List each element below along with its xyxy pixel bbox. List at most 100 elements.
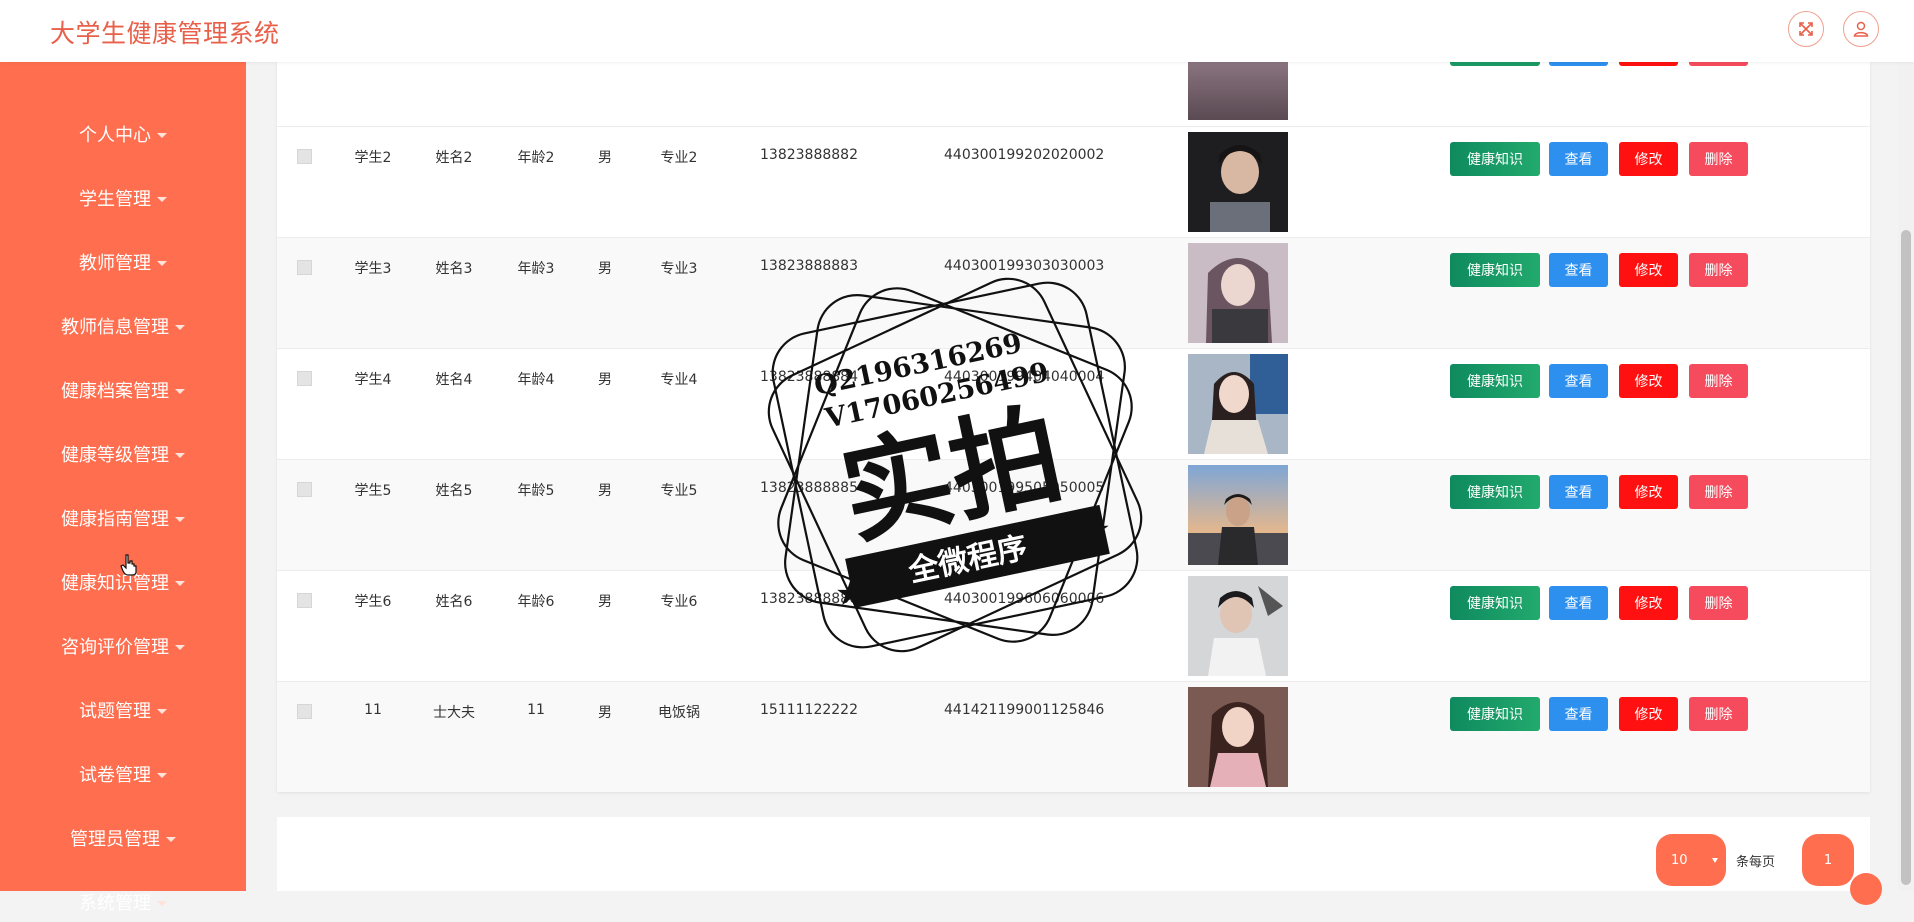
user-button[interactable] [1843,11,1879,47]
health-knowledge-button[interactable]: 健康知识 [1450,475,1540,509]
cell-major: 专业6 [660,594,698,610]
cell-name: 姓名6 [435,594,473,610]
delete-button[interactable]: 删除 [1689,697,1748,731]
delete-button[interactable]: 删除 [1689,253,1748,287]
table-row: 11 士大夫 11 男 电饭锅 15111122222 441421199001… [277,681,1870,792]
caret-down-icon [166,836,176,842]
partial-edit-button[interactable] [1619,62,1678,66]
sidebar-item-health-level[interactable]: 健康等级管理 [0,434,246,474]
view-button[interactable]: 查看 [1549,364,1608,398]
row-checkbox[interactable] [297,149,312,164]
sidebar-item-label: 健康知识管理 [61,573,169,594]
page-size-value: 10 [1671,852,1688,868]
sidebar-item-health-guide[interactable]: 健康指南管理 [0,498,246,538]
caret-down-icon [175,644,185,650]
cell-age: 年龄2 [517,150,555,166]
edit-button[interactable]: 修改 [1619,475,1678,509]
delete-button[interactable]: 删除 [1689,586,1748,620]
view-button[interactable]: 查看 [1549,697,1608,731]
caret-down-icon [175,516,185,522]
cell-major: 专业3 [660,261,698,277]
sidebar-item-label: 学生管理 [79,189,151,210]
caret-down-icon [157,708,167,714]
sidebar-item-label: 管理员管理 [70,829,160,850]
health-knowledge-button[interactable]: 健康知识 [1450,142,1540,176]
page-size-select[interactable]: 10 [1656,834,1726,886]
cell-phone: 13823888882 [760,147,858,163]
cell-gender: 男 [598,150,612,166]
health-knowledge-button[interactable]: 健康知识 [1450,364,1540,398]
edit-button[interactable]: 修改 [1619,586,1678,620]
sidebar-item-questions[interactable]: 试题管理 [0,690,246,730]
partial-delete-button[interactable] [1689,62,1748,66]
view-button[interactable]: 查看 [1549,253,1608,287]
chevron-down-icon [1712,858,1718,863]
user-icon [1853,21,1869,37]
cell-name: 姓名3 [435,261,473,277]
partial-view-button[interactable] [1549,62,1608,66]
delete-button[interactable]: 删除 [1689,142,1748,176]
sidebar-item-label: 咨询评价管理 [61,637,169,658]
cell-age: 年龄3 [517,261,555,277]
back-to-top-button[interactable] [1850,873,1882,905]
photo-boy-dark-hair [1188,132,1288,232]
health-knowledge-button[interactable]: 健康知识 [1450,586,1540,620]
view-button[interactable]: 查看 [1549,142,1608,176]
sidebar-item-label: 系统管理 [79,893,151,914]
sidebar-item-label: 健康指南管理 [61,509,169,530]
sidebar-item-health-records[interactable]: 健康档案管理 [0,370,246,410]
photo-girl-pink [1188,687,1288,787]
row-checkbox[interactable] [297,704,312,719]
cell-gender: 男 [598,705,612,721]
sidebar-item-system[interactable]: 系统管理 [0,882,246,922]
scrollbar-thumb[interactable] [1901,230,1911,885]
edit-button[interactable]: 修改 [1619,697,1678,731]
partial-knowledge-button[interactable] [1450,62,1540,66]
hand-cursor-icon [120,554,137,576]
row-checkbox[interactable] [297,371,312,386]
sidebar-item-papers[interactable]: 试卷管理 [0,754,246,794]
cell-id-number: 440300199202020002 [944,147,1105,163]
fullscreen-button[interactable] [1788,11,1824,47]
sidebar-item-label: 教师管理 [79,253,151,274]
health-knowledge-button[interactable]: 健康知识 [1450,697,1540,731]
app-title: 大学生健康管理系统 [50,19,280,48]
health-knowledge-button[interactable]: 健康知识 [1450,253,1540,287]
sidebar-item-student-management[interactable]: 学生管理 [0,178,246,218]
cell-major: 专业2 [660,150,698,166]
cell-student-no: 学生6 [354,594,392,610]
row-checkbox[interactable] [297,593,312,608]
photo-girl-scarf [1188,243,1288,343]
caret-down-icon [157,900,167,906]
table-row: 学生2 姓名2 年龄2 男 专业2 13823888882 4403001992… [277,126,1870,237]
caret-down-icon [175,388,185,394]
sidebar-item-teacher-management[interactable]: 教师管理 [0,242,246,282]
edit-button[interactable]: 修改 [1619,364,1678,398]
delete-button[interactable]: 删除 [1689,475,1748,509]
page-number-button[interactable]: 1 [1802,834,1854,886]
cell-name: 姓名5 [435,483,473,499]
delete-button[interactable]: 删除 [1689,364,1748,398]
edit-button[interactable]: 修改 [1619,142,1678,176]
view-button[interactable]: 查看 [1549,475,1608,509]
caret-down-icon [175,324,185,330]
cell-major: 专业5 [660,483,698,499]
sidebar: 个人中心 学生管理 教师管理 教师信息管理 健康档案管理 健康等级管理 健康指南… [0,62,246,914]
sidebar-item-admin[interactable]: 管理员管理 [0,818,246,858]
sidebar-item-teacher-info[interactable]: 教师信息管理 [0,306,246,346]
cell-gender: 男 [598,594,612,610]
top-header: 大学生健康管理系统 [0,0,1914,62]
table-row: 学生3 姓名3 年龄3 男 专业3 13823888883 4403001993… [277,237,1870,348]
row-checkbox[interactable] [297,482,312,497]
caret-down-icon [157,196,167,202]
sidebar-item-consult-review[interactable]: 咨询评价管理 [0,626,246,666]
sidebar-item-label: 试卷管理 [79,765,151,786]
row-checkbox[interactable] [297,260,312,275]
caret-down-icon [157,260,167,266]
photo-boy-white-shirt [1188,576,1288,676]
sidebar-item-personal-center[interactable]: 个人中心 [0,114,246,154]
cell-gender: 男 [598,261,612,277]
view-button[interactable]: 查看 [1549,586,1608,620]
cell-phone: 13823888885 [760,480,858,496]
edit-button[interactable]: 修改 [1619,253,1678,287]
